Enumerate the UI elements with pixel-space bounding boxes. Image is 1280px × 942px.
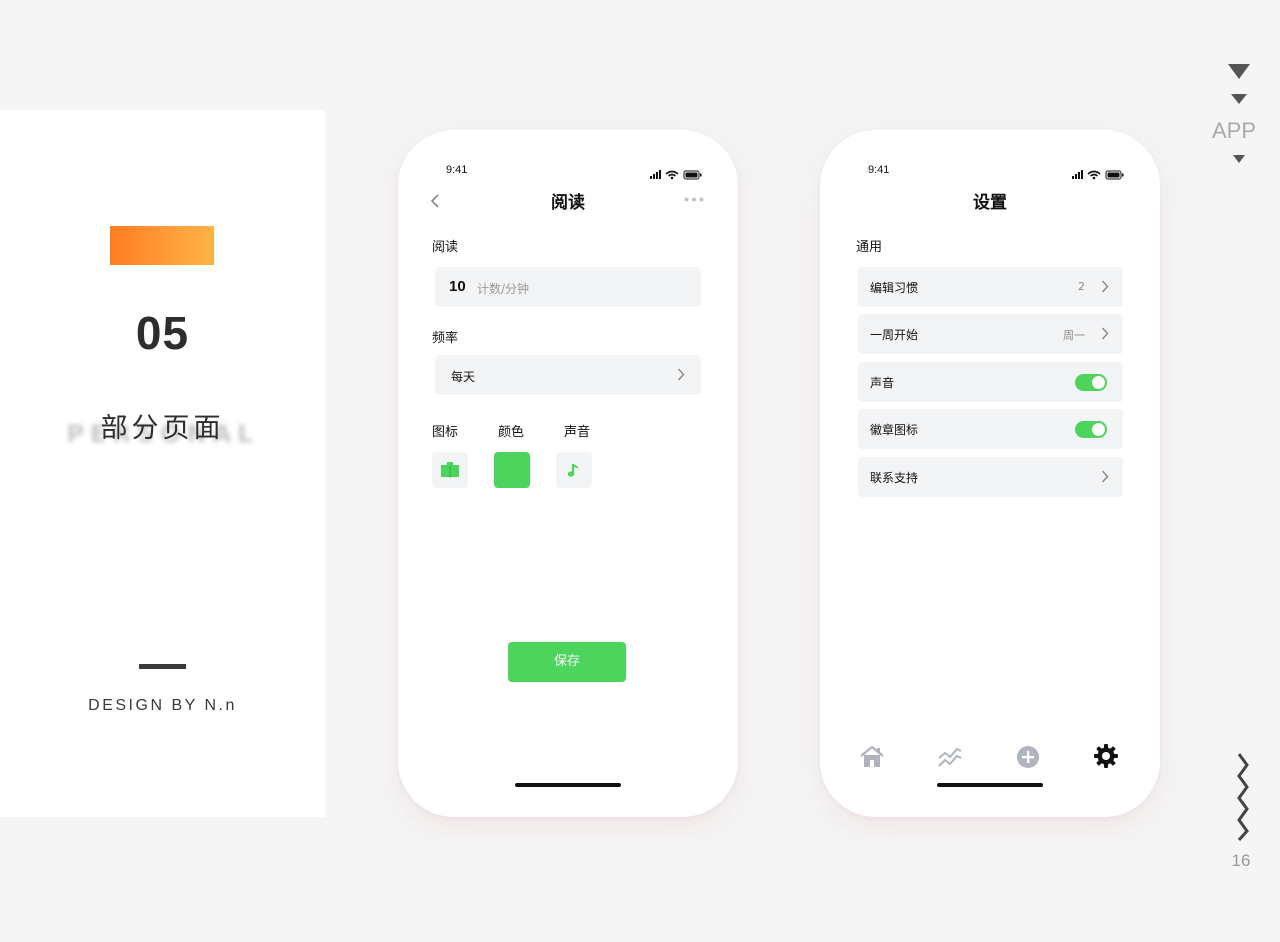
count-unit: 计数/分钟: [477, 282, 530, 296]
settings-screen: 9:41 设置 通用 编辑习惯 2 一周开始 周一 声音 徽章图标 联系支持: [834, 144, 1146, 803]
status-icons: [1072, 165, 1126, 184]
zigzag-decoration: [1237, 753, 1249, 841]
reading-screen: 9:41 阅读 阅读 10 计数/分钟 频率 每天 图标 颜色 声音 保存: [412, 144, 724, 803]
home-indicator: [515, 783, 621, 787]
stats-icon[interactable]: [937, 744, 963, 770]
row-label: 声音: [870, 376, 895, 390]
sound-picker[interactable]: [556, 452, 592, 488]
chevron-right-icon: [1101, 470, 1109, 483]
settings-row-week-start[interactable]: 一周开始 周一: [858, 314, 1123, 354]
nav-title: 设置: [973, 193, 1007, 213]
gear-icon[interactable]: [1093, 743, 1119, 769]
count-input[interactable]: 10 计数/分钟: [435, 267, 701, 307]
triangle-down-icon: [1231, 94, 1247, 104]
chevron-right-icon: [1101, 327, 1109, 340]
phone-mockup-reading: 9:41 阅读 阅读 10 计数/分钟 频率 每天 图标 颜色 声音 保存: [398, 130, 738, 817]
home-indicator: [937, 783, 1043, 787]
frequency-select[interactable]: 每天: [435, 355, 701, 395]
category-label: APP: [1212, 118, 1257, 143]
toggle-knob: [1092, 423, 1105, 436]
section-number: 05: [135, 307, 190, 359]
general-section-label: 通用: [856, 240, 883, 255]
add-icon[interactable]: [1015, 744, 1041, 770]
color-picker[interactable]: [494, 452, 530, 488]
book-icon: [441, 462, 459, 478]
cover-panel: 05 PERSONAL 部分页面 DESIGN BY N.n: [0, 110, 325, 817]
chevron-right-icon: [1101, 280, 1109, 293]
section-title: 部分页面: [100, 413, 225, 444]
frequency-label: 频率: [432, 331, 459, 346]
row-label: 编辑习惯: [870, 281, 919, 295]
status-icons: [650, 165, 704, 184]
save-button[interactable]: 保存: [508, 642, 626, 682]
chevron-right-icon: [677, 368, 685, 381]
row-label: 一周开始: [870, 328, 919, 342]
more-options-icon[interactable]: [684, 197, 704, 202]
music-note-icon: [567, 464, 579, 477]
toggle-knob: [1092, 376, 1105, 389]
row-value: 2: [1078, 280, 1085, 293]
settings-row-edit-habits[interactable]: 编辑习惯 2: [858, 267, 1123, 307]
icon-picker[interactable]: [432, 452, 468, 488]
phone-mockup-settings: 9:41 设置 通用 编辑习惯 2 一周开始 周一 声音 徽章图标 联系支持: [820, 130, 1160, 817]
accent-bar: [110, 226, 214, 265]
reading-label: 阅读: [432, 240, 459, 255]
triangle-down-icon: [1228, 64, 1250, 79]
sound-toggle[interactable]: [1075, 374, 1107, 391]
settings-row-contact-support[interactable]: 联系支持: [858, 457, 1123, 497]
sound-option-label: 声音: [564, 425, 591, 440]
settings-row-sound: 声音: [858, 362, 1123, 402]
triangle-down-icon: [1233, 155, 1245, 163]
divider: [139, 664, 186, 669]
color-option-label: 颜色: [498, 425, 525, 440]
row-label: 徽章图标: [870, 423, 919, 437]
row-label: 联系支持: [870, 471, 919, 485]
badge-toggle[interactable]: [1075, 421, 1107, 438]
page-number: 16: [1231, 851, 1251, 870]
icon-option-label: 图标: [432, 425, 459, 440]
designer-credit: DESIGN BY N.n: [88, 697, 237, 714]
row-value: 周一: [1063, 329, 1085, 342]
home-icon[interactable]: [859, 744, 885, 770]
status-time: 9:41: [868, 164, 890, 176]
count-value: 10: [449, 278, 466, 295]
settings-row-badge-icon: 徽章图标: [858, 409, 1123, 449]
frequency-value: 每天: [451, 370, 476, 384]
status-time: 9:41: [446, 164, 468, 176]
nav-title: 阅读: [551, 193, 585, 213]
